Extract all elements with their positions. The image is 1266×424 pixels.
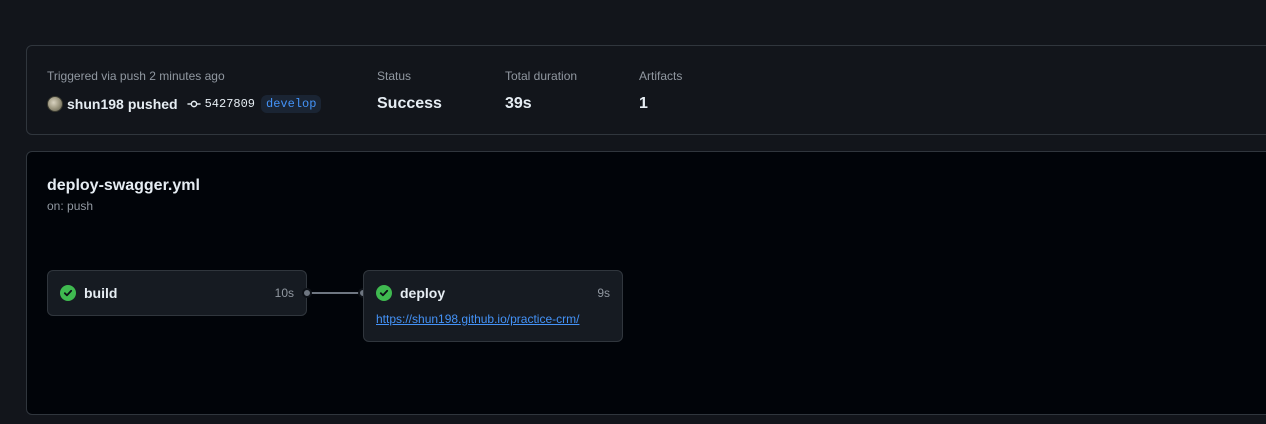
job-deploy[interactable]: deploy 9s https://shun198.github.io/prac… <box>363 270 623 342</box>
job-deploy-row[interactable]: deploy 9s <box>364 271 622 315</box>
workflow-trigger: on: push <box>47 199 94 213</box>
job-deploy-duration: 9s <box>597 286 610 300</box>
artifacts-count[interactable]: 1 <box>639 94 682 114</box>
deployment-url-link[interactable]: https://shun198.github.io/practice-crm/ <box>376 311 579 327</box>
push-info: shun198 pushed 5427809 develop <box>47 94 322 114</box>
job-deploy-name: deploy <box>400 285 446 301</box>
workflow-graph: deploy-swagger.yml on: push build 10s de… <box>26 151 1266 415</box>
trigger-label: Triggered via push 2 minutes ago <box>47 69 225 83</box>
job-build-duration: 10s <box>274 286 294 300</box>
git-commit-icon <box>187 97 201 111</box>
job-build[interactable]: build 10s <box>47 270 307 316</box>
job-build-name: build <box>84 285 118 301</box>
job-connector <box>311 292 363 294</box>
status-label: Status <box>377 69 412 83</box>
actor-link[interactable]: shun198 <box>67 96 124 112</box>
build-output-dot <box>302 288 312 298</box>
workflow-file-title: deploy-swagger.yml <box>47 177 200 194</box>
check-circle-fill-icon <box>60 285 76 301</box>
duration-value: 39s <box>505 95 532 112</box>
status-value: Success <box>377 95 442 112</box>
job-build-row[interactable]: build 10s <box>48 271 306 315</box>
duration-section: Total duration 39s <box>505 68 577 114</box>
run-summary: Triggered via push 2 minutes ago shun198… <box>26 45 1266 135</box>
trigger-section: Triggered via push 2 minutes ago shun198… <box>47 68 322 114</box>
avatar[interactable] <box>47 96 63 112</box>
artifacts-section: Artifacts 1 <box>639 68 682 114</box>
status-section: Status Success <box>377 68 442 114</box>
commit-sha-link[interactable]: 5427809 <box>205 97 255 111</box>
duration-label: Total duration <box>505 69 578 83</box>
artifacts-label: Artifacts <box>639 69 683 83</box>
branch-badge[interactable]: develop <box>261 95 322 113</box>
push-action-text: pushed <box>127 96 178 112</box>
check-circle-fill-icon <box>376 285 392 301</box>
